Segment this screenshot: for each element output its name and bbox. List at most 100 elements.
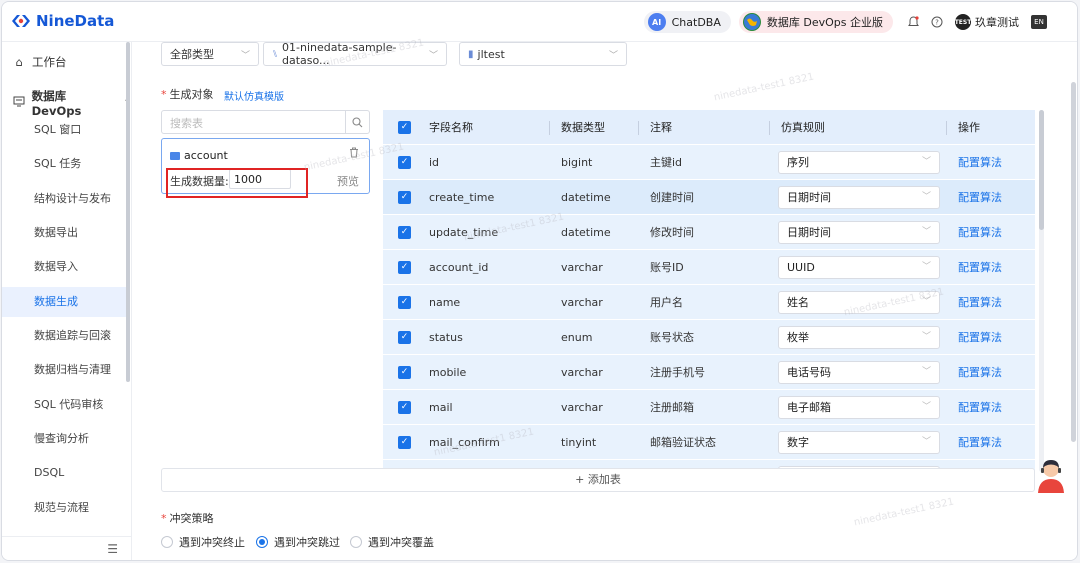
chatdba-button[interactable]: AI ChatDBA [643, 11, 731, 33]
sidebar-collapse-button[interactable]: ☰ [2, 536, 132, 560]
sidebar-item-standards[interactable]: 规范与流程 [2, 493, 126, 523]
grid-scrollbar-thumb[interactable] [1039, 110, 1044, 230]
row-checkbox[interactable]: ✓ [398, 156, 411, 169]
rule-select[interactable]: 电子邮箱 ﹀ [778, 396, 940, 419]
sidebar-item-dsql[interactable]: DSQL [2, 458, 126, 488]
search-icon[interactable] [345, 111, 369, 133]
trash-icon[interactable] [349, 147, 359, 161]
configure-algorithm-link[interactable]: 配置算法 [958, 425, 1002, 460]
rule-select[interactable]: 枚举 ﹀ [778, 326, 940, 349]
assistant-avatar-icon[interactable] [1035, 457, 1067, 493]
field-type: datetime [561, 191, 611, 204]
row-checkbox[interactable]: ✓ [398, 331, 411, 344]
rule-select[interactable]: 序列 ﹀ [778, 151, 940, 174]
database-select[interactable]: ▮ jltest ﹀ [459, 42, 627, 66]
database-select-value: jltest [477, 47, 505, 61]
row-checkbox[interactable]: ✓ [398, 191, 411, 204]
type-select[interactable]: 全部类型 ﹀ [161, 42, 259, 66]
rule-select[interactable]: 电话号码 ﹀ [778, 361, 940, 384]
rule-select[interactable]: 日期时间 ﹀ [778, 186, 940, 209]
main-scrollbar[interactable] [1071, 42, 1076, 560]
sidebar-item-sql-window[interactable]: SQL 窗口 [2, 115, 126, 145]
sidebar-item-data-generation[interactable]: 数据生成 [2, 287, 129, 317]
sidebar-item-schema-design[interactable]: 结构设计与发布 [2, 184, 126, 214]
preview-button[interactable]: 预览 [337, 173, 359, 189]
sidebar-item-data-archive[interactable]: 数据归档与清理 [2, 355, 126, 385]
configure-algorithm-link[interactable]: 配置算法 [958, 180, 1002, 215]
configure-algorithm-link[interactable]: 配置算法 [958, 390, 1002, 425]
sidebar-item-data-export[interactable]: 数据导出 [2, 218, 126, 248]
configure-algorithm-link[interactable]: 配置算法 [958, 250, 1002, 285]
help-icon[interactable]: ? [929, 14, 945, 30]
field-type: datetime [561, 226, 611, 239]
field-type: varchar [561, 261, 603, 274]
chevron-down-icon: ﹀ [921, 192, 931, 202]
main-scrollbar-thumb[interactable] [1071, 82, 1076, 442]
configure-algorithm-link[interactable]: 配置算法 [958, 285, 1002, 320]
ai-icon: AI [647, 13, 666, 31]
sidebar-item-slow-query[interactable]: 慢查询分析 [2, 424, 126, 454]
select-all-checkbox[interactable]: ✓ [398, 121, 411, 134]
rule-select[interactable]: 日期时间 ﹀ [778, 221, 940, 244]
rule-select[interactable]: 数字 ﹀ [778, 431, 940, 454]
add-table-button[interactable]: + 添加表 [161, 468, 1035, 492]
field-name: update_time [429, 226, 499, 239]
rule-select[interactable]: UUID ﹀ [778, 256, 940, 279]
radio-conflict-abort[interactable]: 遇到冲突终止 [161, 534, 245, 550]
sidebar-item-sql-review[interactable]: SQL 代码审核 [2, 390, 126, 420]
grid-scrollbar[interactable] [1039, 110, 1044, 472]
globe-icon [742, 13, 761, 31]
sidebar-item-data-import[interactable]: 数据导入 [2, 252, 126, 282]
sidebar-item-workbench[interactable]: ⌂ 工作台 [12, 54, 66, 70]
chevron-down-icon: ﹀ [921, 297, 931, 307]
watermark: ninedata-test1 8321 [712, 71, 815, 104]
rule-value: 序列 [787, 156, 809, 169]
datasource-select-value: 01-ninedata-sample-dataso... [282, 41, 397, 67]
table-name-text: account [184, 149, 228, 162]
configure-algorithm-link[interactable]: 配置算法 [958, 145, 1002, 180]
configure-algorithm-link[interactable]: 配置算法 [958, 215, 1002, 250]
datasource-select[interactable]: ⑊ 01-ninedata-sample-dataso... ﹀ [263, 41, 447, 67]
row-checkbox[interactable]: ✓ [398, 366, 411, 379]
field-comment: 注册邮箱 [650, 401, 694, 414]
row-checkbox[interactable]: ✓ [398, 226, 411, 239]
table-name: account [170, 149, 228, 162]
default-template-link[interactable]: 默认仿真模版 [224, 88, 284, 103]
logo[interactable]: NineData [10, 12, 114, 30]
rule-select[interactable]: 姓名 ﹀ [778, 291, 940, 314]
field-grid: ✓ 字段名称 数据类型 注释 仿真规则 操作 ✓ id bigint 主键id … [383, 110, 1035, 472]
row-checkbox[interactable]: ✓ [398, 261, 411, 274]
radio-circle-selected [256, 536, 268, 548]
field-comment: 修改时间 [650, 226, 694, 239]
chevron-down-icon: ﹀ [921, 157, 931, 167]
devops-edition-button[interactable]: 数据库 DevOps 企业版 [738, 11, 893, 33]
row-checkbox[interactable]: ✓ [398, 401, 411, 414]
col-data-type: 数据类型 [561, 121, 605, 134]
top-bar: NineData AI ChatDBA 数据库 DevOps 企业版 ? TES… [2, 2, 1077, 42]
user-avatar[interactable]: TEST [955, 14, 971, 30]
rule-value: 日期时间 [787, 191, 831, 204]
sidebar-section-devops[interactable]: 数据库 DevOps ⌃ [12, 88, 131, 118]
rule-value: 电话号码 [787, 366, 831, 379]
sidebar-scrollbar[interactable] [126, 42, 130, 382]
home-icon: ⌂ [15, 55, 23, 69]
rule-value: UUID [787, 261, 815, 274]
chevron-down-icon: ﹀ [921, 332, 931, 342]
table-row: ✓ id bigint 主键id 序列 ﹀ 配置算法 [383, 145, 1035, 180]
row-checkbox[interactable]: ✓ [398, 436, 411, 449]
field-type: varchar [561, 366, 603, 379]
table-row: ✓ create_time datetime 创建时间 日期时间 ﹀ 配置算法 [383, 180, 1035, 215]
row-checkbox[interactable]: ✓ [398, 296, 411, 309]
configure-algorithm-link[interactable]: 配置算法 [958, 320, 1002, 355]
user-name[interactable]: 玖章测试 [975, 14, 1019, 30]
language-icon[interactable]: EN [1031, 15, 1047, 29]
notification-icon[interactable] [905, 14, 921, 30]
collapse-icon: ☰ [107, 542, 118, 556]
chevron-down-icon: ﹀ [608, 50, 618, 61]
radio-conflict-skip[interactable]: 遇到冲突跳过 [256, 534, 340, 550]
configure-algorithm-link[interactable]: 配置算法 [958, 355, 1002, 390]
sidebar-item-sql-task[interactable]: SQL 任务 [2, 149, 126, 179]
sidebar-item-data-tracking[interactable]: 数据追踪与回滚 [2, 321, 126, 351]
radio-conflict-overwrite[interactable]: 遇到冲突覆盖 [350, 534, 434, 550]
table-search-input[interactable]: 搜索表 [161, 110, 370, 134]
